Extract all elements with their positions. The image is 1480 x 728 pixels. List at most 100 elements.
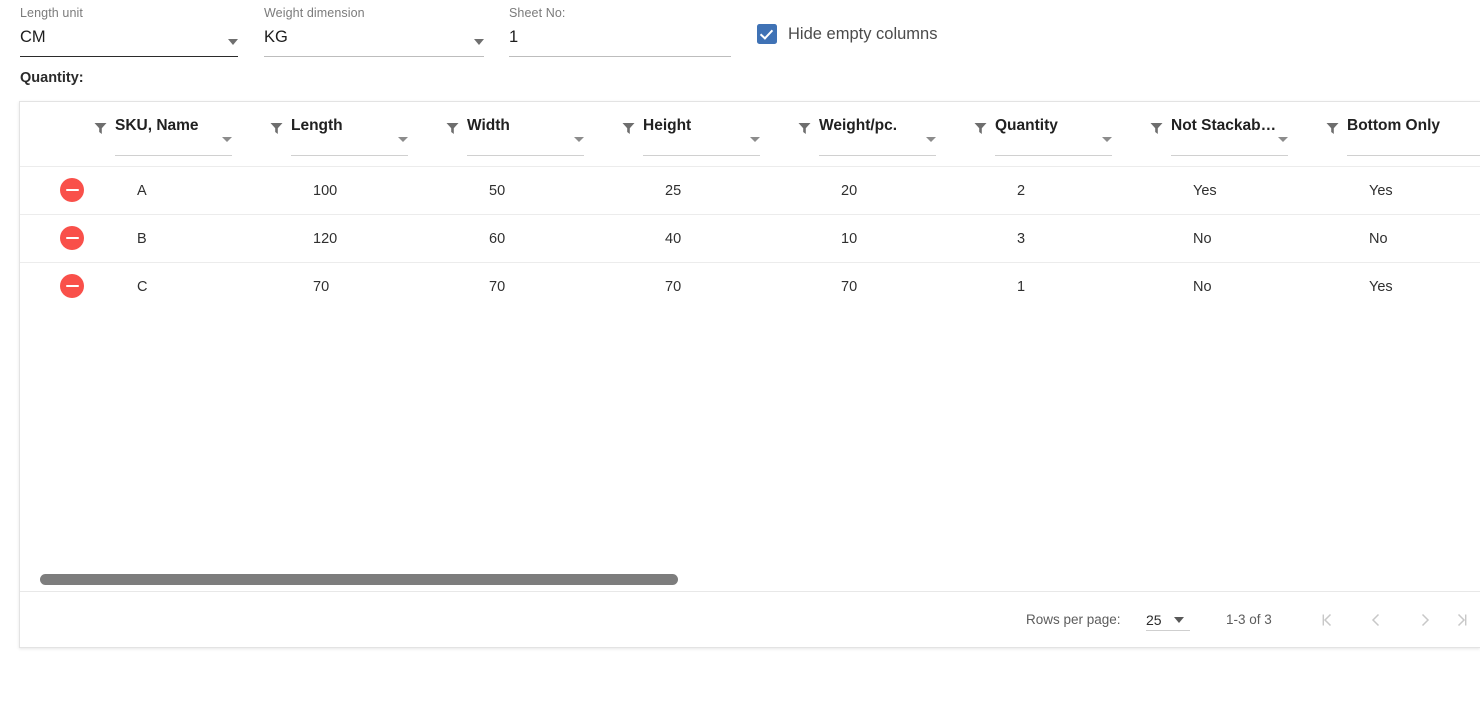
cell-bottom-only: No <box>1369 231 1388 247</box>
cell-width: 60 <box>489 231 506 247</box>
cell-quantity: 3 <box>1017 231 1026 247</box>
cell-height: 70 <box>665 279 682 295</box>
cell-weight: 10 <box>841 231 858 247</box>
cell-quantity: 2 <box>1017 183 1026 199</box>
cell-weight: 20 <box>841 183 858 199</box>
column-header-label: Quantity <box>995 117 1058 134</box>
column-header-label: Bottom Only <box>1347 117 1440 134</box>
filter-funnel-icon[interactable] <box>94 122 107 135</box>
sheet-no-input[interactable]: Sheet No: 1 <box>509 6 731 57</box>
remove-row-button[interactable] <box>60 178 84 202</box>
cell-bottom-only: Yes <box>1369 183 1393 199</box>
cell-length: 100 <box>313 183 338 199</box>
cell-sku-name: B <box>137 231 147 247</box>
rows-per-page-underline <box>1146 630 1190 631</box>
column-underline <box>819 155 936 156</box>
sheet-no-underline <box>509 56 731 57</box>
column-underline <box>1171 155 1288 156</box>
cell-height: 25 <box>665 183 682 199</box>
length-unit-value: CM <box>20 28 46 46</box>
column-underline <box>995 155 1112 156</box>
column-header-label: Width <box>467 117 510 134</box>
column-header-label: SKU, Name <box>115 117 199 134</box>
remove-row-button[interactable] <box>60 274 84 298</box>
cell-length: 70 <box>313 279 330 295</box>
chevron-down-icon <box>1174 617 1184 623</box>
column-header-sku-name[interactable]: SKU, Name <box>94 116 232 156</box>
horizontal-scrollbar[interactable] <box>20 568 1480 590</box>
cell-sku-name: C <box>137 279 148 295</box>
column-header-length[interactable]: Length <box>270 116 408 156</box>
chevron-down-icon[interactable] <box>1278 137 1288 142</box>
previous-page-icon[interactable] <box>1365 609 1387 631</box>
top-controls-row: Length unit CM Weight dimension KG Sheet… <box>0 0 1480 62</box>
filter-funnel-icon[interactable] <box>1150 122 1163 135</box>
filter-funnel-icon[interactable] <box>798 122 811 135</box>
checkbox-checked-icon <box>757 24 777 44</box>
column-underline <box>115 155 232 156</box>
weight-dimension-value: KG <box>264 28 288 46</box>
cell-not-stackable: Yes <box>1193 183 1217 199</box>
filter-funnel-icon[interactable] <box>270 122 283 135</box>
cell-weight: 70 <box>841 279 858 295</box>
chevron-down-icon[interactable] <box>398 137 408 142</box>
column-header-label: Length <box>291 117 343 134</box>
table-header-row: SKU, Name Length Width Height Weight/pc.… <box>20 102 1480 166</box>
cell-sku-name: A <box>137 183 147 199</box>
column-header-weight-per-pc[interactable]: Weight/pc. <box>798 116 936 156</box>
chevron-down-icon[interactable] <box>926 137 936 142</box>
chevron-down-icon <box>474 39 484 45</box>
pagination-range-label: 1-3 of 3 <box>1226 612 1272 627</box>
cell-width: 50 <box>489 183 506 199</box>
quantity-label: Quantity: <box>20 70 84 86</box>
cell-bottom-only: Yes <box>1369 279 1393 295</box>
column-underline <box>291 155 408 156</box>
column-header-label: Height <box>643 117 692 134</box>
import-dialog: Length unit CM Weight dimension KG Sheet… <box>0 0 1480 728</box>
rows-per-page-select[interactable]: 25 <box>1146 592 1190 647</box>
column-underline <box>467 155 584 156</box>
length-unit-underline <box>20 56 238 58</box>
table-row: C 70 70 70 70 1 No Yes <box>20 262 1480 310</box>
sheet-no-value: 1 <box>509 28 519 46</box>
column-underline <box>643 155 760 156</box>
remove-row-button[interactable] <box>60 226 84 250</box>
first-page-icon[interactable] <box>1316 609 1338 631</box>
table-row: B 120 60 40 10 3 No No <box>20 214 1480 262</box>
rows-per-page-value: 25 <box>1146 612 1162 628</box>
cell-not-stackable: No <box>1193 279 1212 295</box>
hide-empty-columns-label: Hide empty columns <box>788 24 938 43</box>
filter-funnel-icon[interactable] <box>1326 122 1339 135</box>
length-unit-select[interactable]: Length unit CM <box>20 6 238 58</box>
scrollbar-thumb[interactable] <box>40 574 678 585</box>
weight-dimension-label: Weight dimension <box>264 6 365 20</box>
column-header-label: Not Stackab… <box>1171 117 1277 134</box>
filter-funnel-icon[interactable] <box>622 122 635 135</box>
chevron-down-icon[interactable] <box>1102 137 1112 142</box>
column-header-height[interactable]: Height <box>622 116 760 156</box>
cell-quantity: 1 <box>1017 279 1026 295</box>
column-header-quantity[interactable]: Quantity <box>974 116 1112 156</box>
hide-empty-columns-checkbox[interactable]: Hide empty columns <box>757 24 937 44</box>
last-page-icon[interactable] <box>1451 609 1473 631</box>
column-header-bottom-only[interactable]: Bottom Only <box>1326 116 1480 156</box>
chevron-down-icon[interactable] <box>222 137 232 142</box>
table-scroll-viewport: SKU, Name Length Width Height Weight/pc.… <box>20 102 1480 602</box>
next-page-icon[interactable] <box>1414 609 1436 631</box>
chevron-down-icon[interactable] <box>574 137 584 142</box>
rows-per-page-label: Rows per page: <box>1026 612 1121 627</box>
column-header-not-stackable[interactable]: Not Stackab… <box>1150 116 1288 156</box>
cell-width: 70 <box>489 279 506 295</box>
filter-funnel-icon[interactable] <box>446 122 459 135</box>
data-table-card: SKU, Name Length Width Height Weight/pc.… <box>19 101 1480 648</box>
column-header-width[interactable]: Width <box>446 116 584 156</box>
weight-dimension-select[interactable]: Weight dimension KG <box>264 6 484 57</box>
chevron-down-icon[interactable] <box>750 137 760 142</box>
cell-not-stackable: No <box>1193 231 1212 247</box>
filter-funnel-icon[interactable] <box>974 122 987 135</box>
table-pagination: Rows per page: 25 1-3 of 3 <box>20 592 1480 647</box>
weight-dimension-underline <box>264 56 484 57</box>
column-underline <box>1347 155 1480 156</box>
chevron-down-icon <box>228 39 238 46</box>
dialog-action-bar: IMPORT Replace current data with parsed … <box>0 660 1480 728</box>
